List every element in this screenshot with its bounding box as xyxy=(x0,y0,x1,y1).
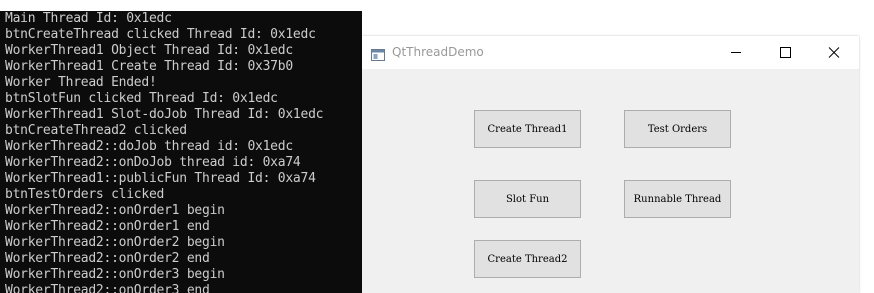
console-line: WorkerThread2::onOrder2 end xyxy=(5,251,210,266)
title-bar[interactable]: QtThreadDemo xyxy=(362,36,859,69)
console-line: btnCreateThread clicked Thread Id: 0x1ed… xyxy=(5,27,316,42)
maximize-button[interactable] xyxy=(763,36,809,69)
console-line: WorkerThread2::onOrder1 begin xyxy=(5,203,225,218)
console-line: WorkerThread1 Slot-doJob Thread Id: 0x1e… xyxy=(5,107,324,122)
minimize-icon xyxy=(731,52,741,53)
close-button[interactable] xyxy=(812,36,858,69)
close-icon xyxy=(828,47,840,58)
console-line: btnCreateThread2 clicked xyxy=(5,123,187,138)
console-output: Main Thread Id: 0x1edc btnCreateThread cl… xyxy=(5,11,323,293)
console-line: btnTestOrders clicked xyxy=(5,187,165,202)
console-line: btnSlotFun clicked Thread Id: 0x1edc xyxy=(5,91,278,106)
console-line: WorkerThread2::onOrder3 begin xyxy=(5,267,225,282)
create-thread1-button[interactable]: Create Thread1 xyxy=(474,110,581,148)
console-line: WorkerThread2::onDoJob thread id: 0xa74 xyxy=(5,155,301,170)
console-window: Main Thread Id: 0x1edc btnCreateThread cl… xyxy=(0,11,362,293)
create-thread2-button[interactable]: Create Thread2 xyxy=(474,240,581,278)
console-line: Main Thread Id: 0x1edc xyxy=(5,11,172,26)
console-line: WorkerThread1::publicFun Thread Id: 0xa7… xyxy=(5,171,316,186)
maximize-icon xyxy=(780,47,791,58)
console-line: WorkerThread2::onOrder2 begin xyxy=(5,235,225,250)
console-line: Worker Thread Ended! xyxy=(5,75,157,90)
slot-fun-button[interactable]: Slot Fun xyxy=(474,180,581,218)
console-line: WorkerThread2::doJob thread id: 0x1edc xyxy=(5,139,293,154)
runnable-thread-button[interactable]: Runnable Thread xyxy=(624,180,731,218)
qt-window-icon xyxy=(371,46,385,61)
console-line: WorkerThread1 Object Thread Id: 0x1edc xyxy=(5,43,293,58)
test-orders-button[interactable]: Test Orders xyxy=(624,110,731,148)
console-line: WorkerThread1 Create Thread Id: 0x37b0 xyxy=(5,59,293,74)
console-line: WorkerThread2::onOrder3 end xyxy=(5,283,210,293)
qt-thread-demo-window: QtThreadDemo Create Thread1 Test Orders … xyxy=(362,36,859,293)
window-title: QtThreadDemo xyxy=(392,45,484,59)
minimize-button[interactable] xyxy=(714,36,760,69)
console-line: WorkerThread2::onOrder1 end xyxy=(5,219,210,234)
